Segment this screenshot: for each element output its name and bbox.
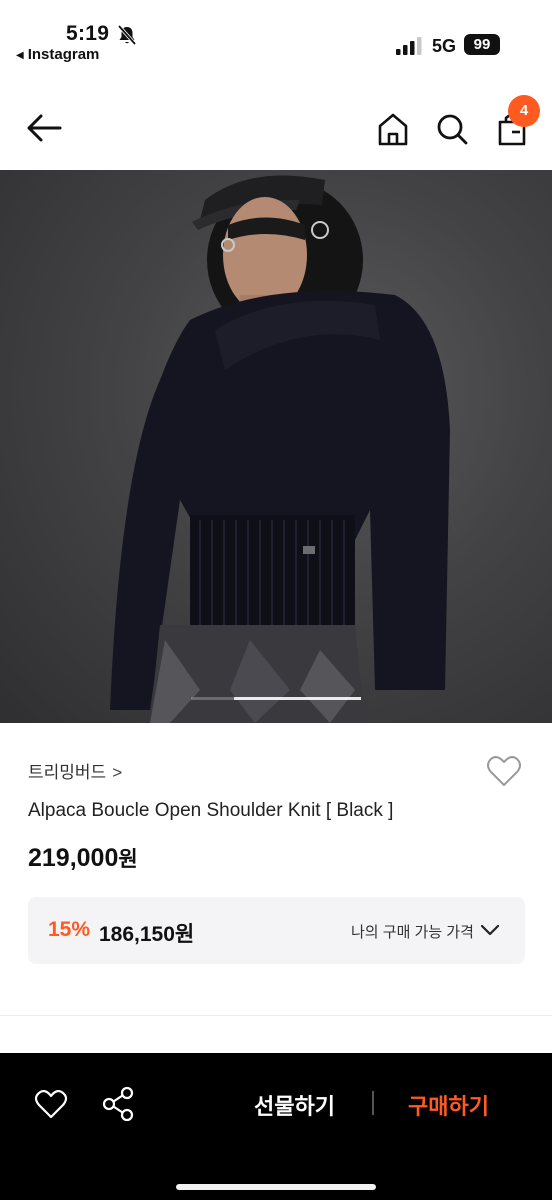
battery-level: 99 [464, 34, 500, 55]
product-price: 219,000원 [28, 843, 138, 873]
back-to-app-link[interactable]: ◀ Instagram [16, 46, 99, 63]
buy-button[interactable]: 구매하기 [408, 1089, 489, 1121]
gift-button[interactable]: 선물하기 [254, 1089, 335, 1121]
back-app-label: Instagram [27, 46, 100, 63]
signal-icon [396, 37, 422, 55]
gallery-indicator-active [234, 697, 361, 700]
discount-price: 186,150원 [99, 923, 195, 946]
home-icon[interactable] [374, 110, 412, 148]
my-price-label: 나의 구매 가능 가격 [351, 924, 474, 941]
gallery-indicator [191, 697, 361, 700]
my-price-dropdown[interactable]: 15% 186,150원 나의 구매 가능 가격 [28, 897, 525, 964]
cart-count-badge: 4 [508, 95, 540, 127]
share-icon[interactable] [100, 1085, 136, 1123]
price-unit: 원 [118, 848, 138, 871]
back-arrow-icon[interactable] [24, 110, 66, 146]
product-page: 5:19 ◀ Instagram 5G 99 4 트리밍버드 > Alpaca … [0, 0, 552, 1200]
chevron-right-icon: > [112, 763, 123, 782]
search-icon[interactable] [433, 110, 471, 148]
network-type: 5G [432, 36, 457, 56]
price-value: 219,000 [28, 844, 119, 872]
product-image[interactable] [0, 170, 552, 723]
brand-name: 트리밍버드 [28, 763, 107, 782]
home-indicator[interactable] [176, 1184, 376, 1190]
chevron-down-icon [480, 924, 500, 936]
wishlist-heart-icon[interactable] [486, 754, 522, 788]
product-name: Alpaca Boucle Open Shoulder Knit [ Black… [28, 800, 394, 821]
back-triangle-icon: ◀ [16, 50, 24, 61]
top-nav [0, 90, 552, 170]
status-time: 5:19 [66, 22, 110, 45]
discount-percent: 15% [48, 918, 91, 941]
product-photo [110, 175, 450, 723]
button-separator [372, 1091, 374, 1115]
section-divider [0, 1015, 552, 1016]
heart-icon[interactable] [34, 1089, 68, 1119]
brand-link[interactable]: 트리밍버드 > [28, 758, 122, 783]
bell-muted-icon [117, 24, 137, 46]
status-bar: 5:19 ◀ Instagram 5G 99 [0, 0, 552, 80]
bottom-action-bar: 선물하기 구매하기 [0, 1053, 552, 1200]
